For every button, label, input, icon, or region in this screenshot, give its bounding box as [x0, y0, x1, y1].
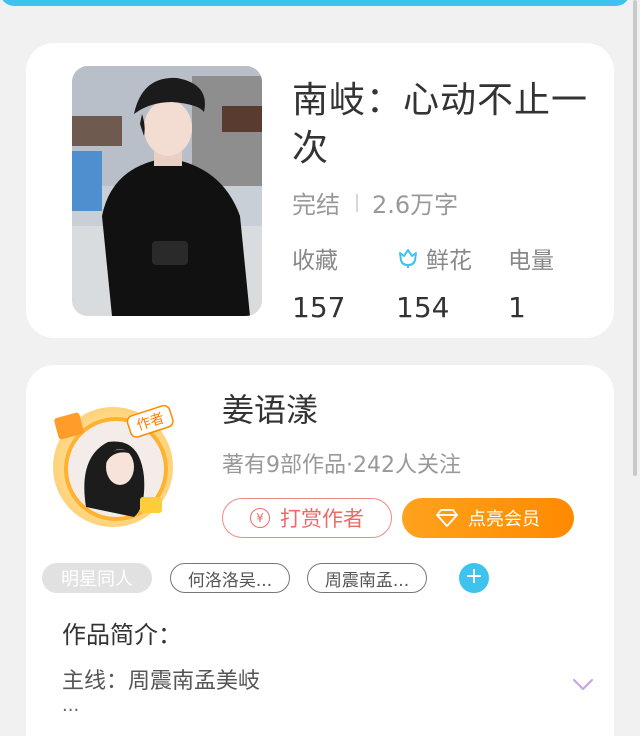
vip-button-label: 点亮会员: [468, 509, 540, 530]
author-card: 作者 姜语漾 著有9部作品·242人关注 ¥ 打赏作者 点亮会员 明星同人 何洛…: [26, 365, 614, 736]
author-avatar[interactable]: 作者: [48, 397, 178, 527]
tag-main-category[interactable]: 明星同人: [42, 563, 152, 593]
stat-value: 157: [292, 291, 346, 324]
intro-heading: 作品简介：: [62, 621, 182, 649]
author-info: 著有9部作品·242人关注: [222, 453, 461, 478]
tag-item[interactable]: 周震南孟...: [307, 563, 427, 593]
stat-label: 收藏: [292, 248, 338, 274]
vip-button[interactable]: 点亮会员: [402, 498, 574, 538]
book-status: 完结: [292, 191, 340, 219]
book-cover-image[interactable]: [72, 66, 262, 316]
top-header-strip: [0, 0, 630, 6]
reward-button-label: 打赏作者: [280, 507, 364, 531]
book-title: 南岐：心动不止一次: [292, 80, 589, 169]
stat-flowers[interactable]: 鲜花 154: [396, 241, 472, 324]
stat-favorites[interactable]: 收藏 157: [292, 241, 345, 324]
book-meta: 完结 2.6万字: [292, 185, 458, 220]
chevron-down-icon[interactable]: [572, 677, 594, 691]
scrollbar[interactable]: [633, 0, 637, 476]
author-name[interactable]: 姜语漾: [222, 385, 318, 431]
stat-power[interactable]: 电量 1: [508, 241, 554, 324]
stat-value: 1: [508, 291, 526, 324]
add-tag-icon[interactable]: +: [459, 563, 489, 593]
word-count: 2.6万字: [372, 191, 459, 219]
stat-value: 154: [396, 291, 450, 324]
diamond-icon: [436, 509, 458, 527]
yen-icon: ¥: [250, 508, 270, 528]
reward-author-button[interactable]: ¥ 打赏作者: [222, 498, 392, 538]
intro-ellipsis: ...: [62, 695, 80, 716]
stat-label: 鲜花: [426, 248, 472, 274]
intro-text: 主线：周震南孟美岐: [62, 669, 261, 694]
meta-divider: [356, 193, 358, 212]
stat-label: 电量: [508, 248, 554, 274]
flower-icon: [396, 247, 420, 269]
tag-item[interactable]: 何洛洛吴...: [170, 563, 290, 593]
book-info-card: 南岐：心动不止一次 完结 2.6万字 收藏 157 鲜花 154 电量 1: [26, 43, 614, 338]
